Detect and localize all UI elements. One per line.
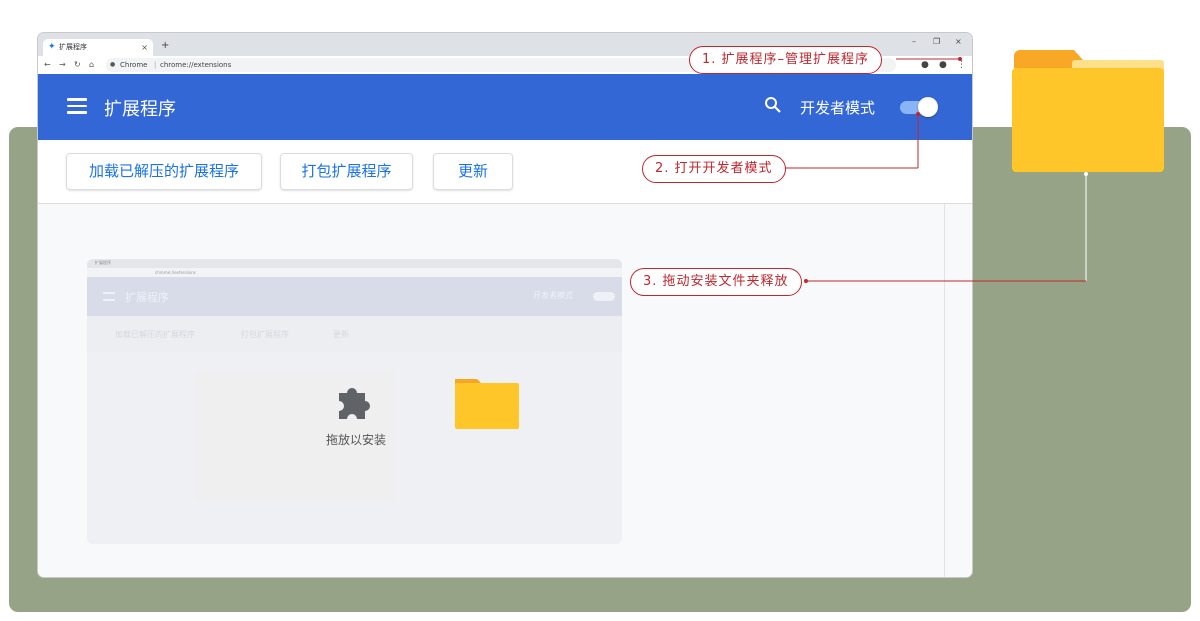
mini-hamburger-icon (103, 292, 115, 301)
extensions-header: 扩展程序 开发者模式 (38, 74, 972, 140)
omnibox-separator: | (154, 61, 157, 69)
mini-header: 扩展程序 开发者模式 (87, 277, 622, 316)
scrollbar[interactable] (944, 204, 945, 577)
extensions-content: 扩展程序 chrome://extensions 扩展程序 开发者模式 加载已解… (38, 204, 972, 577)
mini-url: chrome://extensions (155, 270, 196, 275)
folder-icon (455, 379, 519, 429)
mini-address-bar: chrome://extensions (87, 268, 622, 277)
annotation-step-3: 3. 拖动安装文件夹释放 (630, 268, 802, 296)
mini-button-update: 更新 (333, 330, 349, 339)
annotation-step-1: 1. 扩展程序–管理扩展程序 (689, 46, 883, 74)
mini-tab-strip: 扩展程序 (87, 259, 622, 268)
home-icon[interactable]: ⌂ (89, 56, 94, 74)
restore-button[interactable]: ❐ (933, 37, 940, 46)
puzzle-icon: ✦ (48, 42, 56, 52)
drop-to-install-label: 拖放以安装 (326, 433, 387, 447)
action-bar: 加载已解压的扩展程序 打包扩展程序 更新 (38, 140, 972, 204)
mini-tab-label: 扩展程序 (95, 260, 111, 265)
annotation-step-2: 2. 打开开发者模式 (642, 155, 786, 183)
close-tab-icon[interactable]: × (141, 39, 148, 56)
mini-title: 扩展程序 (125, 291, 169, 304)
menu-icon[interactable]: ⋮ (957, 56, 966, 74)
tab-extensions[interactable]: ✦ 扩展程序 × (43, 39, 153, 56)
mini-developer-mode-label: 开发者模式 (533, 291, 573, 300)
forward-icon[interactable]: → (59, 56, 66, 74)
minimize-button[interactable]: – (912, 37, 916, 46)
close-window-button[interactable]: × (955, 37, 962, 46)
site-info-icon[interactable]: ● (110, 58, 115, 72)
tab-label: 扩展程序 (59, 43, 87, 51)
load-unpacked-button[interactable]: 加载已解压的扩展程序 (66, 153, 262, 190)
page-title: 扩展程序 (104, 99, 176, 120)
update-button[interactable]: 更新 (433, 153, 513, 190)
pack-extension-button[interactable]: 打包扩展程序 (280, 153, 413, 190)
reload-icon[interactable]: ↻ (74, 56, 81, 74)
developer-mode-label: 开发者模式 (800, 99, 876, 117)
hamburger-menu-icon[interactable] (67, 98, 87, 114)
account-icon[interactable]: ● (921, 56, 929, 74)
mini-toggle (593, 292, 615, 301)
omnibox-url: chrome://extensions (160, 61, 232, 69)
back-icon[interactable]: ← (44, 56, 51, 74)
folder-icon[interactable] (1012, 48, 1164, 172)
omnibox-chip: Chrome (120, 61, 148, 69)
search-icon[interactable] (764, 96, 782, 114)
puzzle-icon (339, 388, 370, 419)
drag-drop-screenshot: 扩展程序 chrome://extensions 扩展程序 开发者模式 加载已解… (87, 259, 622, 544)
developer-mode-toggle-knob[interactable] (918, 97, 938, 117)
profile-icon[interactable]: ● (939, 56, 947, 74)
new-tab-button[interactable]: + (161, 40, 169, 51)
mini-action-bar: 加载已解压的扩展程序 打包扩展程序 更新 (87, 316, 622, 352)
mini-button-load: 加载已解压的扩展程序 (115, 330, 195, 339)
mini-button-pack: 打包扩展程序 (241, 330, 289, 339)
browser-window: ✦ 扩展程序 × + – ❐ × ← → ↻ ⌂ ● Chrome | chro… (38, 33, 972, 577)
